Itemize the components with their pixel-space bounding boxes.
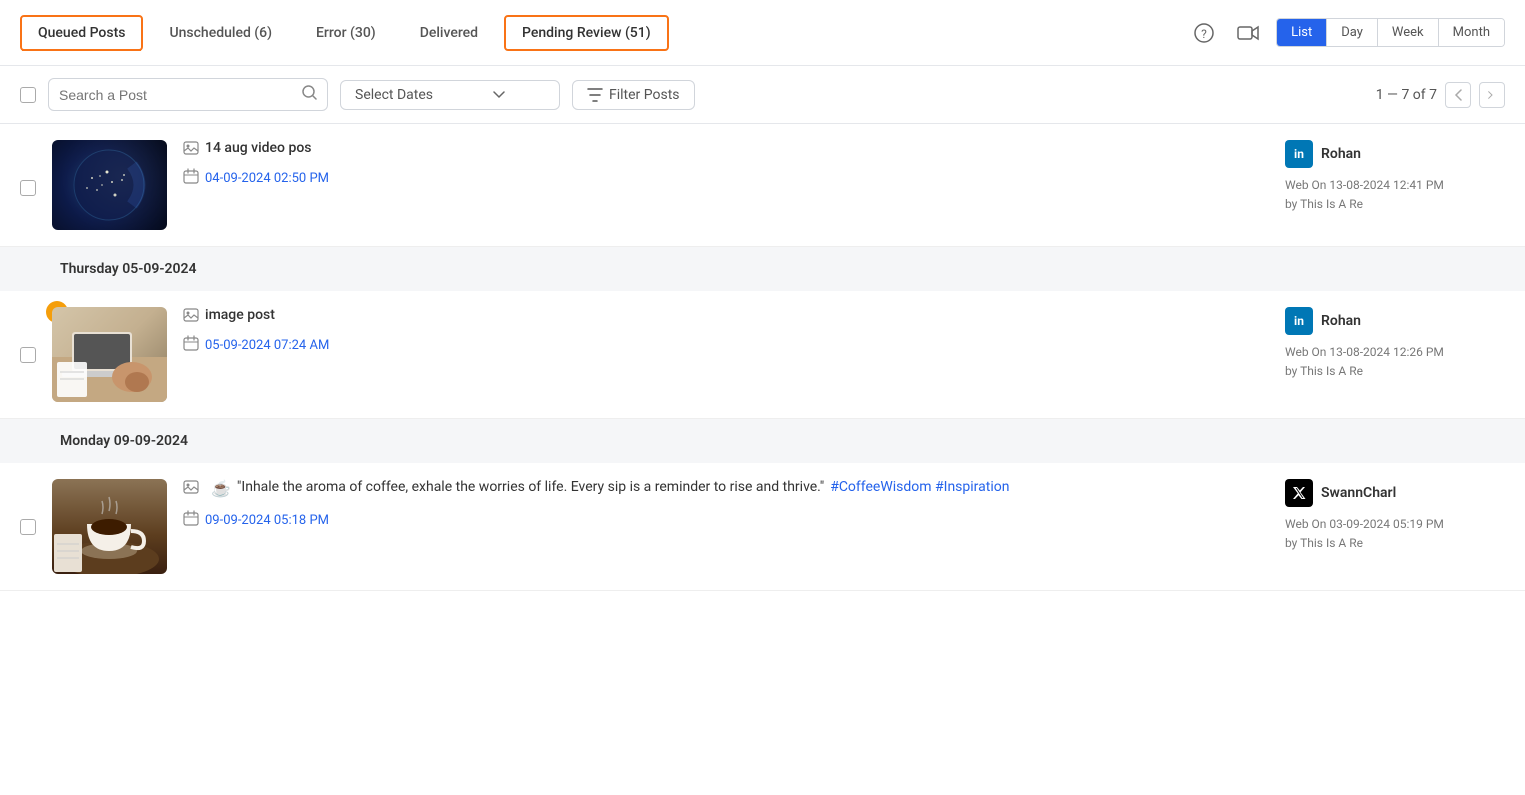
post-checkbox-1[interactable]: [20, 180, 36, 196]
image-type-icon-3: [183, 479, 199, 495]
post-hashtags-3: #CoffeeWisdom #Inspiration: [830, 479, 1009, 495]
linkedin-icon-2: in: [1285, 307, 1313, 335]
post-thumbnail-wrap-3: [52, 479, 167, 574]
next-page-button[interactable]: [1479, 82, 1505, 108]
post-title-2: image post: [183, 307, 1269, 323]
tabs-bar: Queued Posts Unscheduled (6) Error (30) …: [0, 0, 1525, 66]
view-toggle-group: List Day Week Month: [1276, 18, 1505, 47]
author-name-2: Rohan: [1321, 313, 1361, 329]
calendar-icon-3: [183, 510, 199, 530]
post-list: 14 aug video pos 04-09-2024 02:50 PM: [0, 124, 1525, 591]
post-checkbox-2[interactable]: [20, 347, 36, 363]
pagination-text: 1 — 7 of 7: [1376, 87, 1437, 103]
post-thumbnail-earth: [52, 140, 167, 230]
post-content-1: 14 aug video pos 04-09-2024 02:50 PM: [183, 140, 1269, 188]
post-web-info-3: Web On 03-09-2024 05:19 PM by This Is A …: [1285, 515, 1444, 553]
filter-posts-button[interactable]: Filter Posts: [572, 80, 695, 110]
post-meta-3: SwannCharl Web On 03-09-2024 05:19 PM by…: [1285, 479, 1505, 553]
search-icon: [302, 85, 317, 104]
schedule-date-2: 05-09-2024 07:24 AM: [205, 338, 329, 353]
schedule-date-1: 04-09-2024 02:50 PM: [205, 171, 329, 186]
post-thumbnail-desk: [52, 307, 167, 402]
post-row-2: 3: [0, 291, 1525, 419]
schedule-date-3: 09-09-2024 05:18 PM: [205, 513, 329, 528]
tab-pending-review[interactable]: Pending Review (51): [504, 15, 669, 51]
camera-icon-button[interactable]: [1232, 17, 1264, 49]
date-separator-monday: Monday 09-09-2024: [0, 419, 1525, 463]
post-schedule-2: 05-09-2024 07:24 AM: [183, 335, 1269, 355]
tab-queued-posts[interactable]: Queued Posts: [20, 15, 143, 51]
view-week-button[interactable]: Week: [1378, 19, 1439, 46]
view-list-button[interactable]: List: [1277, 19, 1327, 46]
filter-posts-label: Filter Posts: [609, 87, 680, 103]
post-thumbnail-coffee: [52, 479, 167, 574]
post-title-1: 14 aug video pos: [183, 140, 1269, 156]
post-schedule-3: 09-09-2024 05:18 PM: [183, 510, 1269, 530]
post-row: 14 aug video pos 04-09-2024 02:50 PM: [0, 124, 1525, 247]
platform-badge-1: in Rohan: [1285, 140, 1361, 168]
filter-bar: Select Dates Filter Posts 1 — 7 of 7: [0, 66, 1525, 124]
post-thumbnail-wrap-2: 3: [52, 307, 167, 402]
post-thumbnail-wrap-1: [52, 140, 167, 230]
select-all-checkbox[interactable]: [20, 87, 36, 103]
help-icon-button[interactable]: ?: [1188, 17, 1220, 49]
post-checkbox-3[interactable]: [20, 519, 36, 535]
post-web-info-2: Web On 13-08-2024 12:26 PM by This Is A …: [1285, 343, 1444, 381]
post-meta-2: in Rohan Web On 13-08-2024 12:26 PM by T…: [1285, 307, 1505, 381]
prev-page-button[interactable]: [1445, 82, 1471, 108]
post-schedule-1: 04-09-2024 02:50 PM: [183, 168, 1269, 188]
post-content-text-3: "Inhale the aroma of coffee, exhale the …: [237, 479, 824, 495]
post-text-body-3: ☕ "Inhale the aroma of coffee, exhale th…: [183, 479, 1269, 498]
tab-delivered[interactable]: Delivered: [402, 15, 496, 51]
linkedin-icon-1: in: [1285, 140, 1313, 168]
post-web-info-1: Web On 13-08-2024 12:41 PM by This Is A …: [1285, 176, 1444, 214]
app-container: Queued Posts Unscheduled (6) Error (30) …: [0, 0, 1525, 795]
date-select-label: Select Dates: [355, 87, 433, 103]
earth-svg: [52, 140, 167, 230]
image-type-icon-1: [183, 140, 199, 156]
view-day-button[interactable]: Day: [1327, 19, 1378, 46]
svg-text:?: ?: [1201, 27, 1207, 41]
coffee-svg: [52, 479, 167, 574]
filter-icon: [587, 88, 603, 102]
chevron-down-icon: [493, 91, 505, 99]
twitter-icon-3: [1285, 479, 1313, 507]
platform-badge-2: in Rohan: [1285, 307, 1361, 335]
calendar-icon-1: [183, 168, 199, 188]
view-month-button[interactable]: Month: [1439, 19, 1504, 46]
pagination-info: 1 — 7 of 7: [1376, 82, 1505, 108]
tab-unscheduled[interactable]: Unscheduled (6): [151, 15, 290, 51]
post-content-2: image post 05-09-2024 07:24 AM: [183, 307, 1269, 355]
author-name-3: SwannCharl: [1321, 485, 1396, 501]
desk-svg: [52, 307, 167, 402]
calendar-icon-2: [183, 335, 199, 355]
tab-error[interactable]: Error (30): [298, 15, 394, 51]
post-row-3: ☕ "Inhale the aroma of coffee, exhale th…: [0, 463, 1525, 591]
search-box[interactable]: [48, 78, 328, 111]
image-type-icon-2: [183, 307, 199, 323]
post-content-3: ☕ "Inhale the aroma of coffee, exhale th…: [183, 479, 1269, 530]
tabs-right-controls: ? List Day Week Month: [1188, 17, 1505, 49]
date-separator-thursday: Thursday 05-09-2024: [0, 247, 1525, 291]
post-meta-1: in Rohan Web On 13-08-2024 12:41 PM by T…: [1285, 140, 1505, 214]
date-select-dropdown[interactable]: Select Dates: [340, 80, 560, 110]
coffee-emoji: ☕: [211, 479, 231, 498]
author-name-1: Rohan: [1321, 146, 1361, 162]
search-input[interactable]: [59, 87, 298, 103]
platform-badge-3: SwannCharl: [1285, 479, 1396, 507]
